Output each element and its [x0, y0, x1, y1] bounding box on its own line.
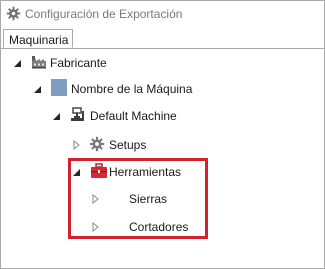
expanded-arrow-icon[interactable] — [33, 85, 43, 95]
title-bar: Configuración de Exportación — [1, 1, 324, 27]
tree-node-setups[interactable]: Setups — [1, 136, 201, 154]
machine-tool-icon — [71, 107, 84, 121]
tree-node-label: Fabricante — [50, 56, 107, 70]
expanded-arrow-icon[interactable] — [52, 112, 62, 122]
window-title: Configuración de Exportación — [25, 7, 183, 21]
tree-node-label: Setups — [109, 138, 147, 152]
tree-node-default-machine[interactable]: Default Machine — [1, 107, 241, 125]
tree-node-label: Default Machine — [90, 109, 177, 123]
expanded-arrow-icon[interactable] — [13, 59, 23, 69]
gear-icon — [6, 6, 21, 21]
gear-icon — [89, 136, 105, 152]
highlight-box — [68, 158, 208, 239]
tab-strip: Maquinaria — [1, 27, 324, 49]
collapsed-arrow-icon[interactable] — [72, 140, 82, 150]
tree-node-label: Nombre de la Máquina — [71, 82, 193, 96]
export-config-window: Configuración de Exportación Maquinaria … — [0, 0, 325, 269]
tree-node-fabricante[interactable]: Fabricante — [1, 54, 201, 72]
tree-node-machine-name[interactable]: Nombre de la Máquina — [1, 79, 241, 98]
tab-maquinaria[interactable]: Maquinaria — [3, 29, 73, 48]
factory-icon — [32, 56, 46, 69]
blue-square-icon — [51, 79, 67, 96]
